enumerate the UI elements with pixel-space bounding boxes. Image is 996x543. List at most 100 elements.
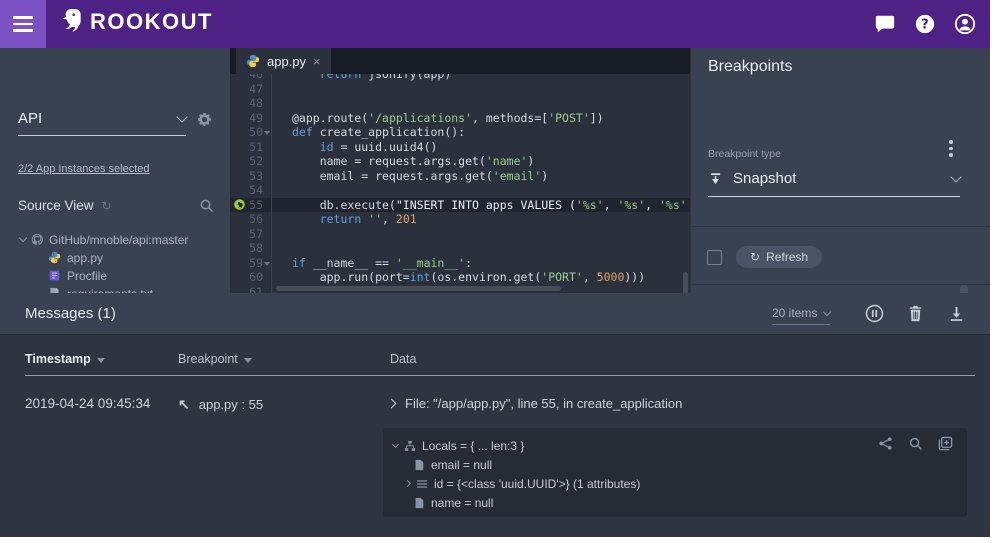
refresh-button[interactable]: ↻ Refresh [736, 246, 822, 268]
user-account-icon[interactable] [954, 13, 976, 35]
line-number-gutter[interactable]: 46 [230, 74, 272, 82]
locals-root-label: Locals = { ... len:3 } [422, 439, 524, 453]
message-frame-text: File: "/app/app.py", line 55, in create_… [405, 396, 682, 411]
line-number-gutter[interactable]: 57 [230, 227, 272, 242]
locals-inspector: Locals = { ... len:3 } email = null id =… [383, 428, 967, 517]
file-label: app.py [67, 251, 103, 265]
code-text: @app.route('/applications', methods=['PO… [272, 111, 604, 126]
chevron-down-icon [176, 111, 187, 122]
locals-var-email[interactable]: email = null [413, 455, 957, 474]
line-number-gutter[interactable]: 61 [230, 285, 272, 294]
code-line: 54 [230, 183, 690, 198]
message-data-expander[interactable]: File: "/app/app.py", line 55, in create_… [388, 396, 682, 411]
file-item-app-py[interactable]: app.py [48, 249, 188, 266]
code-line: 49@app.route('/applications', methods=['… [230, 111, 690, 126]
breakpoint-type-select[interactable]: Snapshot [708, 170, 960, 197]
horizontal-scrollbar[interactable] [276, 286, 561, 291]
line-number-gutter[interactable]: 54 [230, 183, 272, 198]
locals-var-name[interactable]: name = null [413, 493, 957, 512]
code-text [272, 183, 292, 198]
message-breakpoint: app.py : 55 [199, 397, 263, 412]
tab-close-icon[interactable]: × [313, 55, 321, 68]
line-number-gutter[interactable]: 47 [230, 82, 272, 97]
code-line: 52 name = request.args.get('name') [230, 154, 690, 169]
hamburger-menu-button[interactable] [0, 0, 46, 48]
goto-source-arrow-icon[interactable]: ↖ [178, 396, 190, 413]
code-text [272, 96, 292, 111]
code-line: 60 app.run(port=int(os.environ.get('PORT… [230, 270, 690, 285]
line-number-gutter[interactable]: 56 [230, 212, 272, 227]
breakpoints-title: Breakpoints [708, 58, 793, 76]
code-editor: app.py × 46 return jsonify(app)474849@ap… [230, 48, 690, 293]
procfile-icon [48, 269, 61, 282]
messages-header: Messages (1) 20 items [0, 293, 990, 335]
chevron-right-icon[interactable] [404, 480, 411, 487]
file-item-procfile[interactable]: Procfile [48, 267, 188, 284]
messages-title: Messages (1) [25, 305, 116, 322]
source-refresh-icon[interactable]: ↻ [102, 199, 112, 213]
pause-messages-icon[interactable] [865, 304, 884, 323]
vertical-scrollbar[interactable] [683, 272, 688, 293]
download-messages-icon[interactable] [947, 304, 966, 323]
gear-icon[interactable] [197, 112, 212, 127]
search-icon[interactable] [199, 198, 214, 213]
list-icon [416, 478, 428, 490]
tab-label: app.py [267, 54, 306, 69]
column-header-timestamp[interactable]: Timestamp [25, 352, 105, 366]
code-line: 59if __name__ == '__main__': [230, 256, 690, 271]
github-icon [31, 233, 44, 246]
line-number-gutter[interactable]: 55 [230, 198, 272, 213]
refresh-icon: ↻ [750, 250, 760, 264]
locals-root-row[interactable]: Locals = { ... len:3 } [393, 436, 957, 455]
python-file-icon [48, 251, 61, 264]
code-fold-icon[interactable] [264, 262, 270, 266]
locals-var-label: email = null [431, 458, 492, 472]
breakpoint-type-value: Snapshot [733, 170, 942, 187]
app-instances-link[interactable]: 2/2 App Instances selected [18, 163, 149, 175]
environment-select[interactable]: API [18, 110, 186, 136]
code-line: 58 [230, 241, 690, 256]
code-text: id = uuid.uuid4() [272, 140, 437, 155]
chat-icon[interactable] [874, 13, 896, 35]
clear-messages-icon[interactable] [906, 304, 925, 323]
python-file-icon [246, 54, 260, 68]
select-all-checkbox[interactable] [707, 250, 722, 265]
code-line: 46 return jsonify(app) [230, 74, 690, 82]
column-header-data[interactable]: Data [390, 352, 416, 366]
code-text: if __name__ == '__main__': [272, 256, 472, 271]
repo-tree-root[interactable]: GitHub/mnoble/api:master [20, 231, 188, 248]
help-icon[interactable]: ? [914, 13, 936, 35]
breakpoint-bird-icon[interactable] [233, 198, 246, 211]
column-header-breakpoint[interactable]: Breakpoint [178, 352, 252, 366]
line-number-gutter[interactable]: 50 [230, 125, 272, 140]
code-viewport[interactable]: 46 return jsonify(app)474849@app.route('… [230, 74, 690, 293]
line-number-gutter[interactable]: 58 [230, 241, 272, 256]
table-header-divider [25, 375, 975, 376]
chevron-down-icon[interactable] [392, 441, 399, 448]
add-to-watch-icon[interactable] [938, 436, 953, 451]
snapshot-icon [708, 171, 723, 186]
line-number-gutter[interactable]: 60 [230, 270, 272, 285]
code-text: db.execute("INSERT INTO apps VALUES ('%s… [272, 198, 687, 213]
code-line: 55 db.execute("INSERT INTO apps VALUES (… [230, 198, 690, 213]
rookout-app-window: ROOKOUT ? API [0, 0, 990, 537]
file-icon [413, 459, 425, 471]
code-line: 51 id = uuid.uuid4() [230, 140, 690, 155]
rookout-logo: ROOKOUT [58, 7, 213, 37]
line-number-gutter[interactable]: 53 [230, 169, 272, 184]
locals-var-id[interactable]: id = {<class 'uuid.UUID'>} (1 attributes… [405, 474, 957, 493]
line-number-gutter[interactable]: 59 [230, 256, 272, 271]
page-size-select[interactable]: 20 items [772, 306, 830, 325]
code-text [272, 82, 292, 97]
share-icon[interactable] [878, 436, 893, 451]
kebab-menu-icon[interactable] [944, 140, 958, 160]
line-number-gutter[interactable]: 48 [230, 96, 272, 111]
code-text: name = request.args.get('name') [272, 154, 534, 169]
line-number-gutter[interactable]: 49 [230, 111, 272, 126]
tab-app-py[interactable]: app.py × [236, 48, 331, 74]
code-fold-icon[interactable] [264, 131, 270, 135]
code-text [272, 227, 292, 242]
line-number-gutter[interactable]: 51 [230, 140, 272, 155]
line-number-gutter[interactable]: 52 [230, 154, 272, 169]
search-icon[interactable] [908, 436, 923, 451]
